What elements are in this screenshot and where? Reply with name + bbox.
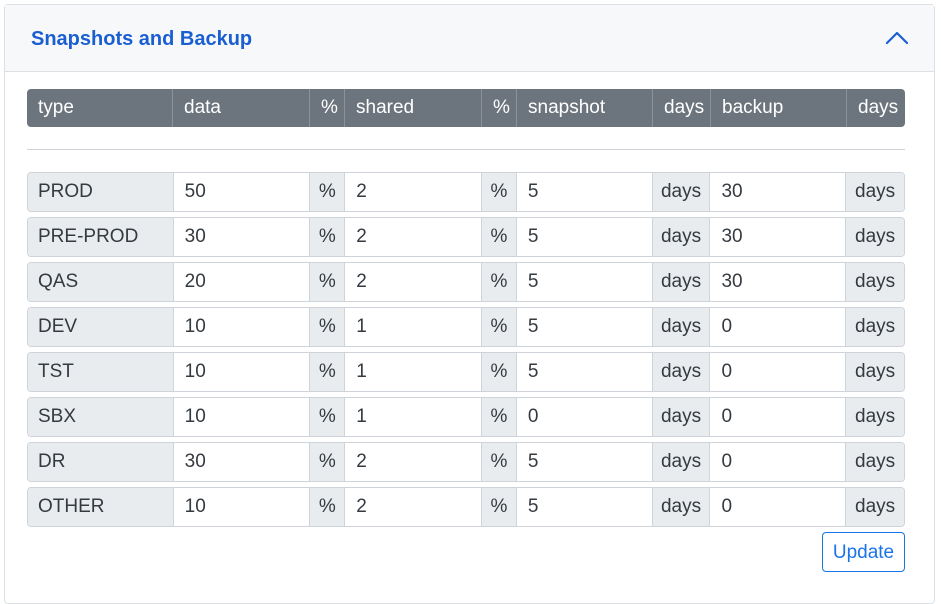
days-unit: days	[651, 398, 710, 436]
backup-input[interactable]: 0	[709, 488, 846, 526]
chevron-up-icon[interactable]	[884, 25, 910, 49]
backup-input[interactable]: 0	[709, 353, 846, 391]
percent-unit: %	[309, 263, 345, 301]
days-unit: days	[651, 263, 710, 301]
backup-input[interactable]: 0	[709, 398, 846, 436]
shared-input[interactable]: 2	[344, 173, 481, 211]
days-unit: days	[651, 488, 710, 526]
header-snapshot: snapshot	[516, 89, 652, 127]
percent-unit: %	[480, 398, 516, 436]
percent-unit: %	[309, 353, 345, 391]
days-unit: days	[651, 173, 710, 211]
shared-input[interactable]: 1	[344, 353, 481, 391]
backup-input[interactable]: 30	[709, 263, 846, 301]
card-header[interactable]: Snapshots and Backup	[5, 5, 934, 72]
percent-unit: %	[480, 218, 516, 256]
header-percent: %	[309, 89, 344, 127]
percent-unit: %	[309, 218, 345, 256]
type-label: PROD	[28, 173, 173, 211]
update-button[interactable]: Update	[822, 532, 905, 572]
table-row: QAS 20% 2% 5 days 30 days	[27, 262, 905, 302]
table-row: SBX 10% 1% 0 days 0 days	[27, 397, 905, 437]
table-row: TST 10% 1% 5 days 0 days	[27, 352, 905, 392]
days-unit: days	[845, 398, 904, 436]
snapshot-input[interactable]: 0	[515, 398, 652, 436]
table-row: DEV 10% 1% 5 days 0 days	[27, 307, 905, 347]
data-input[interactable]: 10	[172, 488, 310, 526]
percent-unit: %	[480, 263, 516, 301]
type-label: QAS	[28, 263, 173, 301]
snapshot-input[interactable]: 5	[515, 308, 652, 346]
header-type: type	[38, 97, 74, 118]
header-days: days	[846, 89, 905, 127]
divider	[27, 149, 905, 150]
backup-input[interactable]: 30	[709, 173, 846, 211]
days-unit: days	[845, 353, 904, 391]
days-unit: days	[845, 218, 904, 256]
percent-unit: %	[309, 398, 345, 436]
data-input[interactable]: 30	[172, 218, 310, 256]
snapshot-input[interactable]: 5	[515, 218, 652, 256]
type-label: PRE-PROD	[28, 218, 173, 256]
data-input[interactable]: 10	[172, 353, 310, 391]
days-unit: days	[845, 308, 904, 346]
header-percent: %	[481, 89, 516, 127]
type-label: SBX	[28, 398, 173, 436]
percent-unit: %	[309, 443, 345, 481]
snapshot-input[interactable]: 5	[515, 443, 652, 481]
shared-input[interactable]: 2	[344, 218, 481, 256]
shared-input[interactable]: 2	[344, 488, 481, 526]
backup-input[interactable]: 0	[709, 443, 846, 481]
header-shared: shared	[344, 89, 481, 127]
percent-unit: %	[309, 173, 345, 211]
days-unit: days	[845, 443, 904, 481]
data-input[interactable]: 50	[172, 173, 310, 211]
percent-unit: %	[480, 308, 516, 346]
days-unit: days	[845, 173, 904, 211]
table-row: OTHER 10% 2% 5 days 0 days	[27, 487, 905, 527]
percent-unit: %	[480, 353, 516, 391]
percent-unit: %	[309, 488, 345, 526]
table-row: PRE-PROD 30% 2% 5 days 30 days	[27, 217, 905, 257]
percent-unit: %	[309, 308, 345, 346]
snapshot-input[interactable]: 5	[515, 173, 652, 211]
percent-unit: %	[480, 443, 516, 481]
data-input[interactable]: 10	[172, 398, 310, 436]
table-header: type data % shared % snapshot days backu…	[27, 89, 905, 127]
shared-input[interactable]: 1	[344, 398, 481, 436]
type-label: OTHER	[28, 488, 173, 526]
percent-unit: %	[480, 488, 516, 526]
data-input[interactable]: 30	[172, 443, 310, 481]
days-unit: days	[651, 353, 710, 391]
table-body: PROD 50% 2% 5 days 30 days PRE-PROD 30% 2% 5 days 30…	[27, 172, 905, 532]
header-data: data	[172, 89, 309, 127]
panel-title: Snapshots and Backup	[31, 28, 253, 50]
days-unit: days	[845, 263, 904, 301]
days-unit: days	[651, 218, 710, 256]
snapshot-input[interactable]: 5	[515, 263, 652, 301]
snapshot-input[interactable]: 5	[515, 353, 652, 391]
shared-input[interactable]: 1	[344, 308, 481, 346]
days-unit: days	[651, 308, 710, 346]
shared-input[interactable]: 2	[344, 263, 481, 301]
table-row: DR 30% 2% 5 days 0 days	[27, 442, 905, 482]
shared-input[interactable]: 2	[344, 443, 481, 481]
snapshot-input[interactable]: 5	[515, 488, 652, 526]
header-days: days	[652, 89, 710, 127]
table-row: PROD 50% 2% 5 days 30 days	[27, 172, 905, 212]
days-unit: days	[651, 443, 710, 481]
days-unit: days	[845, 488, 904, 526]
type-label: DEV	[28, 308, 173, 346]
percent-unit: %	[480, 173, 516, 211]
backup-input[interactable]: 0	[709, 308, 846, 346]
data-input[interactable]: 10	[172, 308, 310, 346]
header-backup: backup	[710, 89, 846, 127]
type-label: TST	[28, 353, 173, 391]
backup-input[interactable]: 30	[709, 218, 846, 256]
type-label: DR	[28, 443, 173, 481]
data-input[interactable]: 20	[172, 263, 310, 301]
